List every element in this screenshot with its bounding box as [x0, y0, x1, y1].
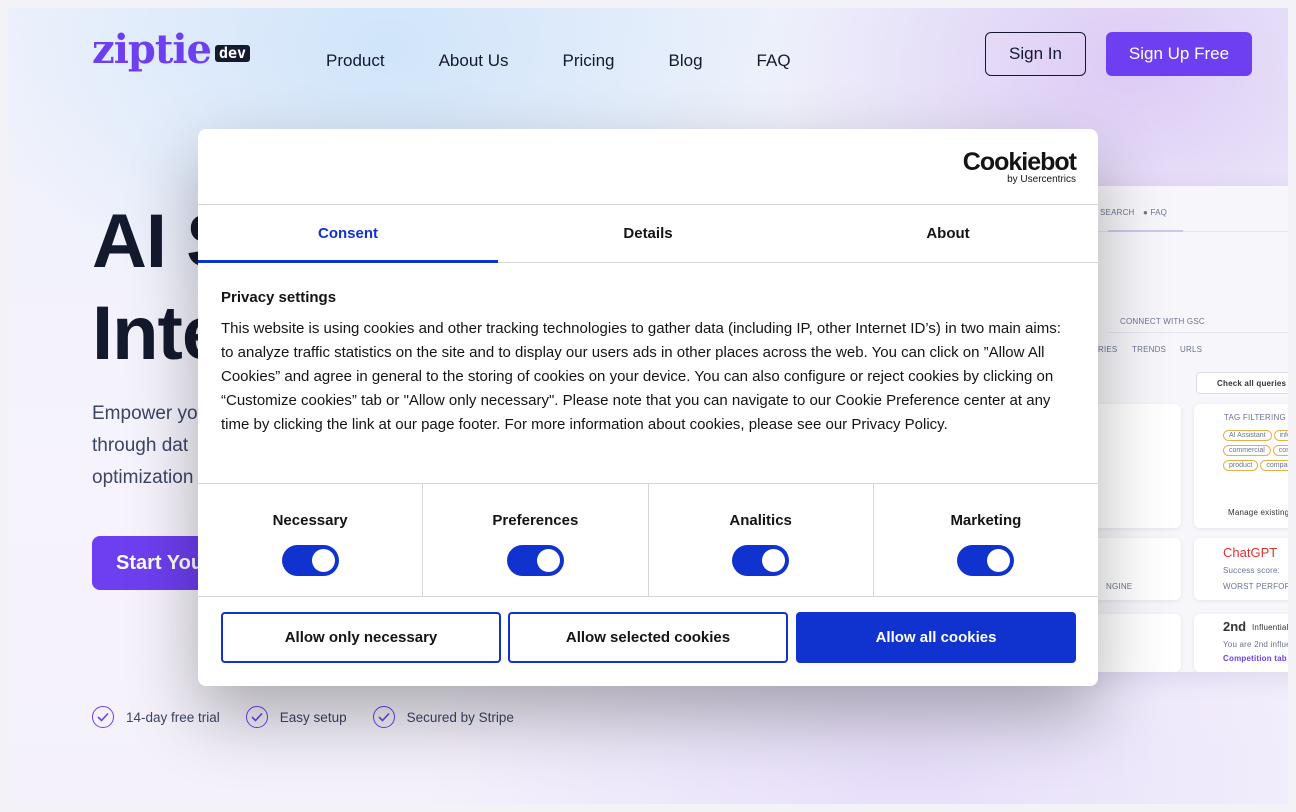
dashboard-success-label: Success score:: [1223, 566, 1281, 575]
cookie-actions: Allow only necessary Allow selected cook…: [221, 612, 1076, 663]
sign-in-button[interactable]: Sign In: [985, 32, 1086, 76]
nav-about-us[interactable]: About Us: [439, 51, 509, 71]
cookie-category-toggles: Necessary Preferences Analitics Marketin…: [198, 483, 1098, 597]
toggle-label: Preferences: [492, 512, 579, 529]
dashboard-tab-urls: URLS: [1180, 345, 1203, 354]
nav-faq[interactable]: FAQ: [757, 51, 791, 71]
dashboard-connect-gsc: CONNECT WITH GSC: [1120, 317, 1205, 326]
cookie-tabs: Consent Details About: [198, 204, 1098, 263]
preferences-switch[interactable]: [506, 545, 564, 576]
toggle-necessary: Necessary: [198, 484, 424, 596]
nav-pricing[interactable]: Pricing: [563, 51, 615, 71]
check-circle-icon: [92, 706, 114, 728]
dashboard-rank-value: 2nd: [1223, 619, 1247, 634]
check-circle-icon: [372, 706, 395, 728]
tag-chip: commercial: [1223, 445, 1271, 456]
dashboard-manage-tags: Manage existing tag: [1228, 508, 1288, 517]
dashboard-tag-filtering-label: TAG FILTERING: [1224, 413, 1286, 422]
tab-consent[interactable]: Consent: [198, 205, 498, 263]
dashboard-nav-underline: [1108, 230, 1183, 232]
tag-chip: inform: [1273, 430, 1288, 441]
cookiebot-logo: Cookiebot by Usercentrics: [962, 148, 1077, 185]
nav-product[interactable]: Product: [326, 51, 385, 71]
check-circle-icon: [245, 706, 268, 728]
allow-only-necessary-button[interactable]: Allow only necessary: [221, 612, 501, 663]
tag-chip: cons: [1272, 445, 1288, 456]
feature-label: Secured by Stripe: [406, 709, 514, 725]
necessary-switch[interactable]: [281, 545, 339, 576]
ziptie-logo[interactable]: ziptie dev: [92, 26, 251, 73]
dashboard-check-all-button: Check all queries: [1196, 372, 1288, 394]
tag-chip: compari: [1260, 460, 1288, 471]
toggle-analitics: Analitics: [649, 484, 874, 596]
marketing-switch[interactable]: [957, 545, 1015, 576]
dashboard-tag-chips: AI Assistantinform commercialcons produc…: [1222, 428, 1288, 473]
dashboard-tab-trends: TRENDS: [1132, 345, 1167, 354]
main-nav: Product About Us Pricing Blog FAQ: [326, 51, 845, 71]
toggle-preferences: Preferences: [423, 484, 649, 596]
dashboard-chatgpt-label: ChatGPT: [1223, 545, 1278, 560]
tag-chip: AI Assistant: [1223, 430, 1272, 441]
toggle-marketing: Marketing: [874, 484, 1098, 596]
feature-label: 14-day free trial: [126, 709, 220, 725]
toggle-label: Necessary: [272, 512, 348, 529]
dashboard-divider: [1108, 332, 1288, 333]
allow-selected-cookies-button[interactable]: Allow selected cookies: [508, 612, 788, 663]
tag-chip: product: [1223, 460, 1259, 471]
feature-item: Easy setup: [245, 706, 347, 728]
dashboard-nav-search: SEARCH: [1100, 208, 1135, 217]
dashboard-tab-queries: RIES: [1098, 345, 1118, 354]
feature-item: Secured by Stripe: [372, 706, 514, 728]
dashboard-nav-faq-label: FAQ: [1150, 208, 1168, 217]
logo-dev-badge: dev: [215, 45, 251, 62]
dashboard-rank-card: 2nd Influential S You are 2nd influe Com…: [1194, 614, 1288, 672]
dashboard-influential-label: Influential S: [1252, 623, 1288, 632]
feature-list: 14-day free trial Easy setup Secured by …: [92, 706, 540, 728]
dashboard-worst-label: WORST PERFORM: [1223, 582, 1288, 591]
feature-item: 14-day free trial: [92, 706, 220, 728]
privacy-settings-text: This website is using cookies and other …: [221, 320, 1061, 433]
dashboard-chatgpt-card: ChatGPT Success score: 9. WORST PERFORM: [1194, 538, 1288, 600]
dashboard-competition-link: Competition tab: [1223, 654, 1287, 663]
cookiebot-wordmark: Cookiebot: [962, 148, 1077, 176]
toggle-label: Analitics: [729, 512, 792, 529]
dashboard-tag-card: TAG FILTERING AI Assistantinform commerc…: [1194, 404, 1288, 528]
sign-up-free-button[interactable]: Sign Up Free: [1106, 32, 1252, 76]
privacy-settings-title: Privacy settings: [221, 289, 337, 306]
logo-wordmark: ziptie: [92, 26, 212, 73]
tab-details[interactable]: Details: [498, 205, 798, 262]
dashboard-engine-label: NGINE: [1106, 582, 1133, 591]
analitics-switch[interactable]: [732, 545, 790, 576]
allow-all-cookies-button[interactable]: Allow all cookies: [796, 612, 1076, 663]
nav-blog[interactable]: Blog: [669, 51, 703, 71]
dashboard-rank-desc: You are 2nd influe: [1223, 640, 1288, 649]
dashboard-check-all-label: Check all queries: [1217, 379, 1287, 388]
toggle-label: Marketing: [950, 512, 1022, 529]
feature-label: Easy setup: [279, 709, 347, 725]
tab-about[interactable]: About: [798, 205, 1098, 262]
dashboard-preview: SEARCH ● FAQ CONNECT WITH GSC RIES TREND…: [1068, 186, 1288, 672]
cookie-consent-dialog: Cookiebot by Usercentrics Consent Detail…: [198, 129, 1098, 686]
dashboard-nav-faq: ● FAQ: [1143, 208, 1168, 217]
